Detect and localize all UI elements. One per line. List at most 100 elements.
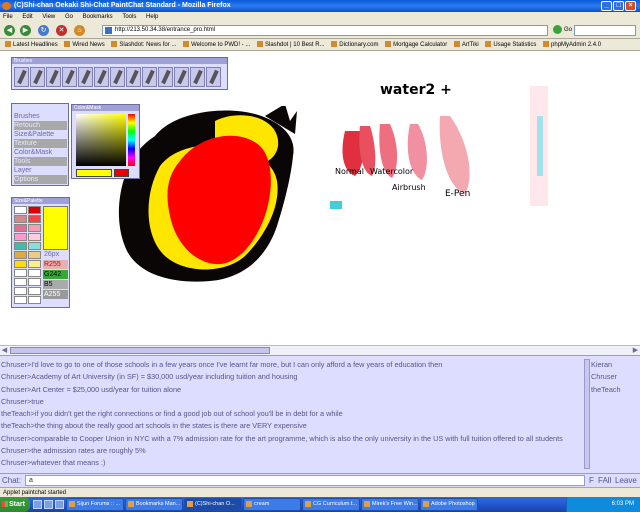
- bookmark-item[interactable]: Dictionary.com: [331, 39, 379, 50]
- palette-swatch[interactable]: [28, 224, 41, 232]
- menu-item-tools[interactable]: Tools: [14, 157, 67, 166]
- close-button[interactable]: ×: [625, 1, 636, 11]
- user-item[interactable]: Chruser: [590, 371, 640, 383]
- quicklaunch-icon[interactable]: [33, 500, 42, 509]
- paint-canvas-area[interactable]: water2 + Normal Watercolor Airbrush E-Pe…: [0, 51, 640, 345]
- menu-tools[interactable]: Tools: [122, 14, 136, 20]
- brush-tool-icon[interactable]: [142, 67, 157, 87]
- brushes-panel[interactable]: Brushes: [11, 57, 228, 90]
- menu-item-brushes[interactable]: Brushes: [14, 112, 67, 121]
- stamp-icon[interactable]: [206, 67, 221, 87]
- taskbar-item[interactable]: CG Curriculum.t...: [302, 498, 360, 511]
- saturation-value-picker[interactable]: [76, 114, 126, 166]
- blue-value[interactable]: B5: [43, 280, 68, 289]
- palette-swatch[interactable]: [28, 233, 41, 241]
- menu-item-size-palette[interactable]: Size&Palette: [14, 130, 67, 139]
- scroll-right-icon[interactable]: ▶: [631, 346, 640, 355]
- palette-swatch[interactable]: [28, 278, 41, 286]
- back-icon[interactable]: ◀: [4, 25, 15, 36]
- brush-tool-icon[interactable]: [126, 67, 141, 87]
- canvas-horizontal-scrollbar[interactable]: ◀ ▶: [0, 345, 640, 355]
- palette-swatch[interactable]: [14, 206, 27, 214]
- brush-tool-icon[interactable]: [158, 67, 173, 87]
- palette-swatch[interactable]: [14, 242, 27, 250]
- menu-edit[interactable]: Edit: [22, 14, 32, 20]
- brush-tool-icon[interactable]: [62, 67, 77, 87]
- bookmark-item[interactable]: ArtTiki: [453, 39, 479, 50]
- bookmark-item[interactable]: Latest Headlines: [5, 39, 58, 50]
- water-drop-icon[interactable]: [190, 67, 205, 87]
- quicklaunch-icon[interactable]: [44, 500, 53, 509]
- taskbar-item[interactable]: cream: [243, 498, 301, 511]
- palette-swatch[interactable]: [14, 296, 27, 304]
- menu-item-color-mask[interactable]: Color&Mask: [14, 148, 67, 157]
- start-button[interactable]: Start: [0, 497, 30, 512]
- menu-go[interactable]: Go: [65, 14, 73, 20]
- taskbar-item[interactable]: Sijun Forums :: ...: [66, 498, 124, 511]
- brush-tool-icon[interactable]: [174, 67, 189, 87]
- menu-file[interactable]: File: [3, 14, 13, 20]
- quicklaunch-icon[interactable]: [55, 500, 64, 509]
- brush-tool-icon[interactable]: [94, 67, 109, 87]
- palette-swatch[interactable]: [14, 278, 27, 286]
- palette-swatch[interactable]: [14, 224, 27, 232]
- green-value[interactable]: G242: [43, 270, 68, 279]
- hue-slider[interactable]: [128, 114, 135, 166]
- forward-icon[interactable]: ▶: [20, 25, 31, 36]
- brush-size-value[interactable]: 26px: [43, 250, 68, 259]
- secondary-color-swatch[interactable]: [114, 169, 129, 177]
- scrollbar-thumb[interactable]: [10, 347, 270, 354]
- menu-item-retouch[interactable]: Retouch: [14, 121, 67, 130]
- menu-item-layer[interactable]: Layer: [14, 166, 67, 175]
- menu-help[interactable]: Help: [146, 14, 158, 20]
- brush-tool-icon[interactable]: [30, 67, 45, 87]
- palette-swatch[interactable]: [28, 242, 41, 250]
- menu-bookmarks[interactable]: Bookmarks: [83, 14, 113, 20]
- palette-swatch[interactable]: [28, 215, 41, 223]
- taskbar-item[interactable]: Bookmarks Man...: [125, 498, 183, 511]
- palette-swatch[interactable]: [28, 206, 41, 214]
- palette-swatch[interactable]: [14, 269, 27, 277]
- palette-swatch[interactable]: [14, 260, 27, 268]
- user-item[interactable]: Kieran: [590, 359, 640, 371]
- primary-color-swatch[interactable]: [76, 169, 112, 177]
- bookmark-item[interactable]: phpMyAdmin 2.4.0: [543, 39, 601, 50]
- menu-view[interactable]: View: [42, 14, 55, 20]
- menu-item-texture[interactable]: Texture: [14, 139, 67, 148]
- bookmark-item[interactable]: Welcome to PWD! - ...: [183, 39, 250, 50]
- palette-swatch[interactable]: [14, 233, 27, 241]
- leave-button[interactable]: Leave: [615, 475, 637, 486]
- bookmark-item[interactable]: Slashdot | 10 Best R...: [257, 39, 325, 50]
- home-icon[interactable]: ⌂: [74, 25, 85, 36]
- palette-swatch[interactable]: [28, 260, 41, 268]
- palette-swatch[interactable]: [28, 287, 41, 295]
- url-input[interactable]: http://213.50.34.38/entrance_pro.html: [102, 25, 548, 36]
- palette-swatch[interactable]: [28, 269, 41, 277]
- stop-icon[interactable]: ✕: [56, 25, 67, 36]
- brush-tool-icon[interactable]: [46, 67, 61, 87]
- palette-swatch[interactable]: [14, 287, 27, 295]
- brush-tool-icon[interactable]: [110, 67, 125, 87]
- chat-input[interactable]: [25, 475, 585, 486]
- bookmark-item[interactable]: Usage Statistics: [485, 39, 536, 50]
- reload-icon[interactable]: ↻: [38, 25, 49, 36]
- bookmark-item[interactable]: Slashdot: News for ...: [111, 39, 176, 50]
- menu-item-options[interactable]: Options: [14, 175, 67, 184]
- taskbar-item[interactable]: (C)Shi-chan O...: [184, 498, 242, 511]
- current-color-swatch[interactable]: [43, 206, 68, 250]
- bookmark-item[interactable]: Wired News: [64, 39, 105, 50]
- user-item[interactable]: theTeach: [590, 384, 640, 396]
- brush-tool-icon[interactable]: [14, 67, 29, 87]
- fall-button[interactable]: FAll: [598, 475, 611, 486]
- f-button[interactable]: F: [589, 475, 594, 486]
- taskbar-item[interactable]: Mirek's Free Win...: [361, 498, 419, 511]
- go-button[interactable]: Go: [553, 25, 572, 36]
- alpha-value[interactable]: A255: [43, 290, 68, 299]
- scroll-left-icon[interactable]: ◀: [0, 346, 9, 355]
- brush-tool-icon[interactable]: [78, 67, 93, 87]
- bookmark-item[interactable]: Mortgage Calculator: [385, 39, 447, 50]
- search-input[interactable]: [574, 25, 636, 36]
- minimize-button[interactable]: _: [601, 1, 612, 11]
- palette-swatch[interactable]: [14, 251, 27, 259]
- maximize-button[interactable]: □: [613, 1, 624, 11]
